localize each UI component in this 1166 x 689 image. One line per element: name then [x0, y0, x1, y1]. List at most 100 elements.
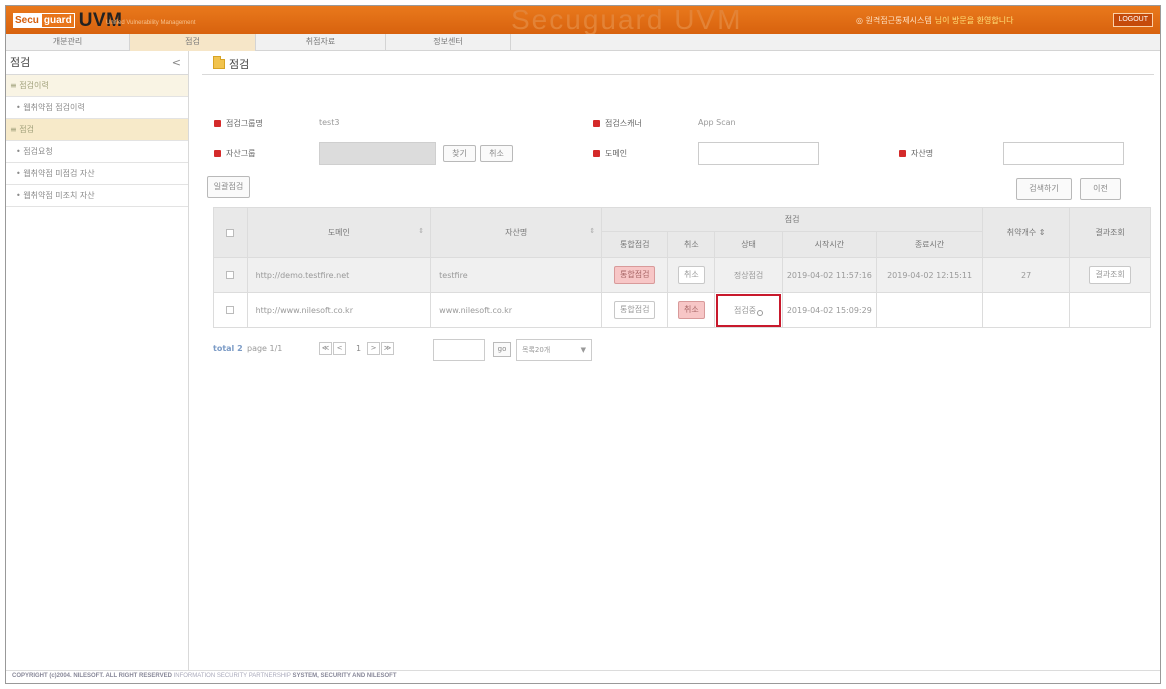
scanner-value: App Scan	[698, 118, 736, 127]
row-select-cell[interactable]	[213, 257, 248, 293]
vuln-count-cell	[982, 292, 1071, 328]
total-count: total 2	[213, 344, 243, 353]
domain-label-text: 도메인	[605, 149, 628, 158]
domain-label: 도메인	[593, 148, 627, 159]
result-view-cell	[1069, 292, 1151, 328]
bullet-icon	[214, 120, 221, 127]
first-page-icon[interactable]: ≪	[319, 342, 332, 355]
group-name-label: 점검그룹명	[214, 118, 263, 129]
asset-group-label-text: 자산그룹	[226, 149, 256, 158]
table-row[interactable]: http://demo.testfire.net testfire 통합점검 취…	[213, 257, 1151, 293]
select-all-header[interactable]	[213, 207, 248, 258]
footer-copyright: COPYRIGHT (c)2004. NILESOFT. ALL RIGHT R…	[12, 673, 397, 679]
nav-tab-check[interactable]: 점검	[130, 34, 256, 51]
page-size-option: 목록20개	[522, 346, 551, 354]
reset-button[interactable]: 이전	[1080, 178, 1121, 200]
sort-icon[interactable]: ⇕	[418, 227, 424, 235]
asset-name-field[interactable]	[1003, 142, 1124, 165]
copyright-text: COPYRIGHT (c)2004. NILESOFT. ALL RIGHT R…	[12, 673, 172, 679]
row-checkbox[interactable]	[226, 306, 235, 314]
asset-group-label: 자산그룹	[214, 148, 255, 159]
row-select-cell[interactable]	[213, 292, 248, 328]
domain-cell: http://www.nilesoft.co.kr	[246, 292, 432, 328]
vuln-count-header-text: 취약개수	[1006, 228, 1037, 237]
check-group-header: 점검	[601, 207, 984, 232]
page-size-select[interactable]: 목록20개 ▼	[516, 339, 592, 361]
logo-guard: guard	[40, 13, 75, 28]
domain-header[interactable]: 도메인 ⇕	[246, 207, 432, 258]
sidebar-item-unchecked-assets[interactable]: • 웹취약점 미점검 자산	[6, 163, 188, 185]
sidebar-header: 점검 <	[6, 51, 188, 75]
domain-field[interactable]	[698, 142, 819, 165]
domain-cell: http://demo.testfire.net	[246, 257, 432, 293]
request-check-button[interactable]: 통합점검	[614, 266, 656, 284]
search-button[interactable]: 검색하기	[1016, 178, 1072, 200]
group-name-value: test3	[319, 118, 340, 127]
vuln-count-header[interactable]: 취약개수 ⇕	[982, 207, 1071, 258]
brand-text: SYSTEM, SECURITY AND NILESOFT	[292, 673, 397, 679]
asset-name-cell: www.nilesoft.co.kr	[430, 292, 603, 328]
cancel-cell: 취소	[667, 292, 716, 328]
row-checkbox[interactable]	[226, 271, 235, 279]
logout-button[interactable]: LOGOUT	[1113, 13, 1153, 27]
app-window: Secu guard UVM Unified Vulnerability Man…	[5, 5, 1161, 684]
status-cell-highlighted: 점검중	[714, 292, 783, 328]
cancel-button[interactable]: 취소	[480, 145, 513, 162]
prev-page-icon[interactable]: <	[333, 342, 346, 355]
cancel-cell: 취소	[667, 257, 716, 293]
sidebar-group-history[interactable]: ≡ 점검이력	[6, 75, 188, 97]
result-view-header: 결과조회	[1069, 207, 1151, 258]
row-cancel-button[interactable]: 취소	[678, 266, 705, 284]
domain-header-text: 도메인	[327, 228, 350, 237]
go-button[interactable]: go	[493, 342, 511, 357]
scanner-label: 점검스캐너	[593, 118, 642, 129]
bullet-icon	[214, 150, 221, 157]
start-time-header: 시작시간	[781, 231, 878, 258]
current-page-number[interactable]: 1	[356, 344, 361, 353]
select-all-checkbox[interactable]	[226, 228, 235, 237]
group-name-label-text: 점검그룹명	[226, 119, 263, 128]
asset-group-field[interactable]	[319, 142, 436, 165]
start-time-cell: 2019-04-02 11:57:16	[781, 257, 878, 293]
request-check-button[interactable]: 통합점검	[614, 301, 656, 319]
page-title: 점검	[229, 58, 250, 71]
slogan-text: INFORMATION SECURITY PARTNERSHIP	[173, 673, 291, 679]
status-text: 점검중	[734, 305, 757, 315]
cancel-header: 취소	[667, 231, 716, 258]
app-header: Secu guard UVM Unified Vulnerability Man…	[6, 6, 1160, 34]
scanner-label-text: 점검스캐너	[605, 119, 642, 128]
last-page-icon[interactable]: ≫	[381, 342, 394, 355]
asset-name-header[interactable]: 자산명 ⇕	[430, 207, 603, 258]
row-cancel-button[interactable]: 취소	[678, 301, 705, 319]
status-cell: 정상점검	[714, 257, 783, 293]
nav-tab-management[interactable]: 개분관리	[6, 34, 130, 51]
sidebar-item-web-history[interactable]: • 웹취약점 점검이력	[6, 97, 188, 119]
sidebar-item-unresolved-assets[interactable]: • 웹취약점 미조치 자산	[6, 185, 188, 207]
result-view-button[interactable]: 결과조회	[1089, 266, 1131, 284]
sort-icon[interactable]: ⇕	[1039, 228, 1046, 237]
request-check-cell: 통합점검	[601, 257, 669, 293]
vuln-count-cell: 27	[982, 257, 1071, 293]
nav-tab-materials[interactable]: 취점자료	[256, 34, 386, 51]
table-header-row: 도메인 ⇕ 자산명 ⇕ 점검 취약개수 ⇕ 결과조회	[213, 207, 1151, 258]
status-header: 상태	[714, 231, 783, 258]
sort-icon[interactable]: ⇕	[589, 227, 595, 235]
sidebar-group-check[interactable]: ≡ 점검	[6, 119, 188, 141]
bullet-icon	[593, 150, 600, 157]
app-footer: COPYRIGHT (c)2004. NILESOFT. ALL RIGHT R…	[6, 670, 1160, 683]
next-page-icon[interactable]: >	[367, 342, 380, 355]
nav-tab-info-center[interactable]: 정보센터	[386, 34, 511, 51]
chevron-left-icon[interactable]: <	[172, 51, 181, 75]
asset-name-label-text: 자산명	[911, 149, 934, 158]
sidebar: 점검 < ≡ 점검이력 • 웹취약점 점검이력 ≡ 점검 • 점검요청 • 웹취…	[6, 51, 189, 677]
end-time-cell	[876, 292, 984, 328]
result-view-cell: 결과조회	[1069, 257, 1151, 293]
page-jump-input[interactable]	[433, 339, 485, 361]
table-row[interactable]: http://www.nilesoft.co.kr www.nilesoft.c…	[213, 292, 1151, 328]
find-button[interactable]: 찾기	[443, 145, 476, 162]
page-info: page 1/1	[247, 344, 283, 353]
bulk-check-button[interactable]: 일괄점검	[207, 176, 250, 198]
bullet-icon	[593, 120, 600, 127]
page-header: 점검	[202, 51, 1154, 75]
sidebar-item-check-request[interactable]: • 점검요청	[6, 141, 188, 163]
